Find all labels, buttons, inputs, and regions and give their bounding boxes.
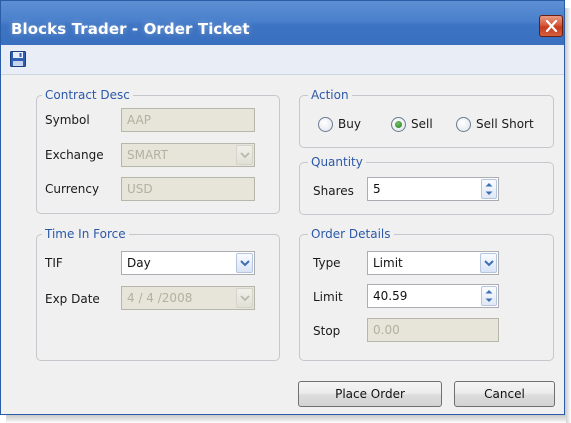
action-legend: Action	[308, 87, 352, 103]
spin-down-icon[interactable]	[485, 298, 493, 303]
limit-spin-buttons[interactable]	[481, 286, 497, 306]
chevron-down-icon	[240, 295, 250, 302]
exchange-label: Exchange	[45, 148, 104, 162]
tif-label: TIF	[45, 256, 63, 270]
sell-short-radio[interactable]	[456, 117, 471, 132]
buy-radio[interactable]	[318, 117, 333, 132]
chevron-down-icon	[240, 152, 250, 159]
title-bar[interactable]: Blocks Trader - Order Ticket	[1, 1, 564, 45]
symbol-value: AAP	[127, 113, 151, 127]
chevron-down-icon	[484, 260, 494, 267]
order-type-dropdown-button[interactable]	[480, 253, 497, 273]
shares-label: Shares	[313, 184, 354, 198]
shares-value: 5	[373, 182, 381, 196]
floppy-disk-icon[interactable]	[10, 51, 26, 67]
exp-date-dropdown-button	[236, 288, 253, 308]
symbol-field: AAP	[121, 108, 255, 132]
stop-price-value: 0.00	[373, 323, 400, 337]
order-details-legend: Order Details	[308, 226, 394, 242]
stop-price-field: 0.00	[367, 318, 499, 342]
tif-value: Day	[127, 256, 151, 270]
exchange-select: SMART	[121, 143, 255, 167]
currency-field: USD	[121, 177, 255, 201]
contract-desc-legend: Contract Desc	[42, 87, 133, 103]
quantity-legend: Quantity	[308, 154, 366, 170]
time-in-force-legend: Time In Force	[42, 226, 129, 242]
sell-short-radio-label[interactable]: Sell Short	[476, 116, 534, 132]
spin-up-icon[interactable]	[485, 182, 493, 187]
exchange-value: SMART	[127, 148, 168, 162]
shares-spin-buttons[interactable]	[481, 179, 497, 199]
tif-dropdown-button[interactable]	[236, 253, 253, 273]
selected-dot	[395, 121, 402, 128]
exp-date-picker: 4 / 4 /2008	[121, 286, 255, 310]
window-shadow	[565, 8, 571, 423]
order-type-select[interactable]: Limit	[367, 251, 499, 275]
order-type-label: Type	[313, 256, 341, 270]
close-icon	[545, 20, 558, 32]
tif-select[interactable]: Day	[121, 251, 255, 275]
spin-up-icon[interactable]	[485, 289, 493, 294]
spin-down-icon[interactable]	[485, 191, 493, 196]
limit-price-value: 40.59	[373, 289, 408, 303]
chevron-down-icon	[240, 260, 250, 267]
sell-radio-label[interactable]: Sell	[411, 116, 433, 132]
limit-price-stepper[interactable]: 40.59	[367, 284, 499, 308]
symbol-label: Symbol	[45, 113, 90, 127]
sell-radio[interactable]	[391, 117, 406, 132]
cancel-button[interactable]: Cancel	[454, 381, 555, 407]
place-order-button[interactable]: Place Order	[298, 381, 442, 407]
order-type-value: Limit	[373, 256, 403, 270]
exp-date-label: Exp Date	[45, 292, 100, 306]
shares-stepper[interactable]: 5	[367, 177, 499, 201]
window-title: Blocks Trader - Order Ticket	[11, 20, 250, 38]
toolbar	[1, 45, 564, 75]
buy-radio-label[interactable]: Buy	[338, 116, 361, 132]
order-ticket-window: Blocks Trader - Order Ticket Contract De…	[0, 0, 565, 415]
stop-price-label: Stop	[313, 324, 341, 338]
exchange-dropdown-button	[236, 145, 253, 165]
limit-price-label: Limit	[313, 290, 343, 304]
exp-date-value: 4 / 4 /2008	[127, 291, 193, 305]
close-button[interactable]	[539, 15, 563, 37]
currency-label: Currency	[45, 182, 100, 196]
window-shadow-bottom	[6, 415, 566, 423]
currency-value: USD	[127, 182, 153, 196]
